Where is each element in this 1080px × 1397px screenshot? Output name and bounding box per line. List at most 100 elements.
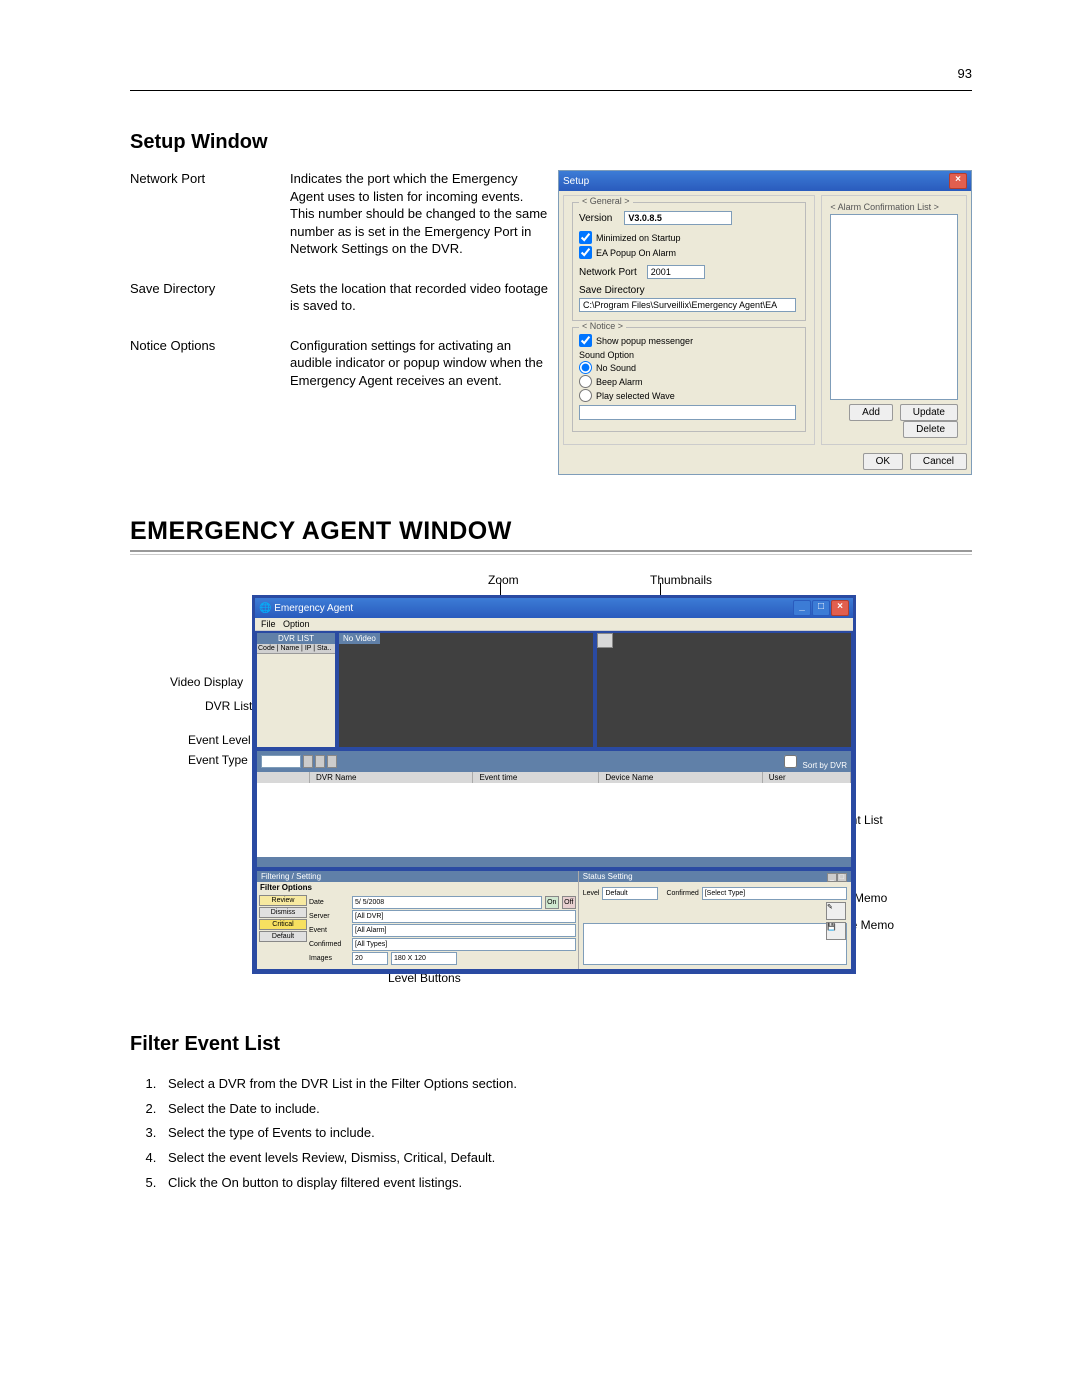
ss-confirmed-select[interactable]: [Select Type] [702,887,847,900]
term-network-port: Network Port [130,170,290,258]
setup-title: Setup [563,176,589,187]
netport-input[interactable]: 2001 [647,265,705,279]
ss-max-icon[interactable]: □ [837,873,847,882]
netport-label: Network Port [579,267,637,278]
video-pane-right[interactable] [595,631,853,749]
savedir-input[interactable]: C:\Program Files\Surveillix\Emergency Ag… [579,298,796,312]
callout-zoom: Zoom [488,573,519,587]
eaw-titlebar: 🌐 Emergency Agent _ □ × [255,598,853,618]
step-2: Select the Date to include. [160,1097,972,1122]
wave-path-input[interactable] [579,405,796,420]
images-size-select[interactable]: 180 X 120 [391,952,457,965]
server-select[interactable]: [All DVR] [352,910,576,923]
menu-file[interactable]: File [261,619,276,629]
callout-event-level: Event Level [188,733,251,747]
add-button[interactable]: Add [849,404,893,421]
col-no[interactable]: No ▼ [261,755,301,768]
callout-video-display: Video Display [170,675,243,689]
cb-minimized[interactable]: Minimized on Startup [579,231,799,244]
fo-title: Filter Options [257,882,578,893]
sort-down-icon[interactable] [315,755,325,768]
cancel-button[interactable]: Cancel [910,453,967,470]
level-default-button[interactable]: Default [259,931,307,942]
group-notice: < Notice > Show popup messenger Sound Op… [572,327,806,432]
minimize-icon[interactable]: _ [793,600,811,616]
general-legend: < General > [579,196,633,206]
eaw-menubar: File Option [255,618,853,631]
desc-save-dir: Sets the location that recorded video fo… [290,280,548,315]
update-button[interactable]: Update [900,404,958,421]
off-button[interactable]: Off [562,896,576,909]
rb-wave[interactable]: Play selected Wave [579,389,799,402]
dvrlist-columns: Code | Name | IP | Sta.. [257,644,335,654]
date-select[interactable]: 5/ 5/2008 [352,896,542,909]
setup-dialog: Setup × < General > Version V3.0.8.5 Min… [558,170,972,475]
desc-notice: Configuration settings for activating an… [290,337,548,390]
level-dismiss-button[interactable]: Dismiss [259,907,307,918]
term-notice: Notice Options [130,337,290,390]
close-icon[interactable]: × [831,600,849,616]
dvr-list-panel[interactable]: DVR LIST Code | Name | IP | Sta.. [255,631,337,749]
alarmlist-legend: < Alarm Confirmation List > [830,202,958,212]
version-value: V3.0.8.5 [624,211,732,225]
delete-button[interactable]: Delete [903,421,958,438]
maximize-icon[interactable]: □ [812,600,830,616]
ss-min-icon[interactable]: _ [827,873,837,882]
setup-titlebar: Setup × [559,171,971,191]
level-critical-button[interactable]: Critical [259,919,307,930]
alarm-listbox[interactable] [830,214,958,400]
event-list-panel: No ▼ Sort by DVR DVR Name Event time Dev… [255,749,853,869]
images-count-select[interactable]: 20 [352,952,388,965]
setup-heading: Setup Window [130,131,972,154]
step-5: Click the On button to display filtered … [160,1171,972,1196]
desc-network-port: Indicates the port which the Emergency A… [290,170,548,258]
close-icon[interactable]: × [949,173,967,189]
h1-rule [130,550,972,555]
novideo-label: No Video [339,633,380,644]
filter-steps: Select a DVR from the DVR List in the Fi… [160,1072,972,1195]
ok-button[interactable]: OK [863,453,903,470]
emergency-agent-window: 🌐 Emergency Agent _ □ × File Option DVR … [252,595,856,974]
savedir-label: Save Directory [579,285,799,296]
event-list-body[interactable] [257,783,851,857]
step-4: Select the event levels Review, Dismiss,… [160,1146,972,1171]
cb-eapopup[interactable]: EA Popup On Alarm [579,246,799,259]
callout-dvrlist: DVR List [205,699,252,713]
sound-label: Sound Option [579,350,799,360]
menu-option[interactable]: Option [283,619,310,629]
sortby-label: Sort by DVR [803,761,847,770]
sortby-cb[interactable] [784,755,797,768]
ss-title: Status Setting [583,872,633,881]
refresh-icon[interactable] [327,755,337,768]
page-number: 93 [958,66,972,81]
step-3: Select the type of Events to include. [160,1121,972,1146]
filtering-setting-panel: Filtering / Setting Filter Options Revie… [255,869,853,971]
group-general: < General > Version V3.0.8.5 Minimized o… [572,202,806,321]
filter-heading: Filter Event List [130,1033,972,1056]
memo-textbox[interactable] [583,923,847,965]
confirmed-select[interactable]: [All Types] [352,938,576,951]
step-1: Select a DVR from the DVR List in the Fi… [160,1072,972,1097]
video-pane-left[interactable]: No Video [337,631,595,749]
ss-level-select[interactable]: Default [602,887,658,900]
callout-event-type: Event Type [188,753,248,767]
rb-nosound[interactable]: No Sound [579,361,799,374]
on-button[interactable]: On [545,896,559,909]
term-save-dir: Save Directory [130,280,290,315]
fs-title: Filtering / Setting [257,871,578,882]
zoom-icon[interactable] [597,633,613,648]
version-label: Version [579,213,612,224]
cb-popup[interactable]: Show popup messenger [579,334,799,347]
edit-memo-button[interactable]: ✎ [826,902,846,920]
event-list-scrollbar[interactable] [257,857,851,867]
event-select[interactable]: [All Alarm] [352,924,576,937]
notice-legend: < Notice > [579,321,626,331]
eaw-heading: EMERGENCY AGENT WINDOW [130,517,972,546]
save-memo-button[interactable]: 💾 [826,922,846,940]
sort-up-icon[interactable] [303,755,313,768]
event-columns: DVR Name Event time Device Name User [257,772,851,783]
level-review-button[interactable]: Review [259,895,307,906]
eaw-title: Emergency Agent [274,603,353,614]
rb-beep[interactable]: Beep Alarm [579,375,799,388]
dvrlist-header: DVR LIST [257,633,335,644]
